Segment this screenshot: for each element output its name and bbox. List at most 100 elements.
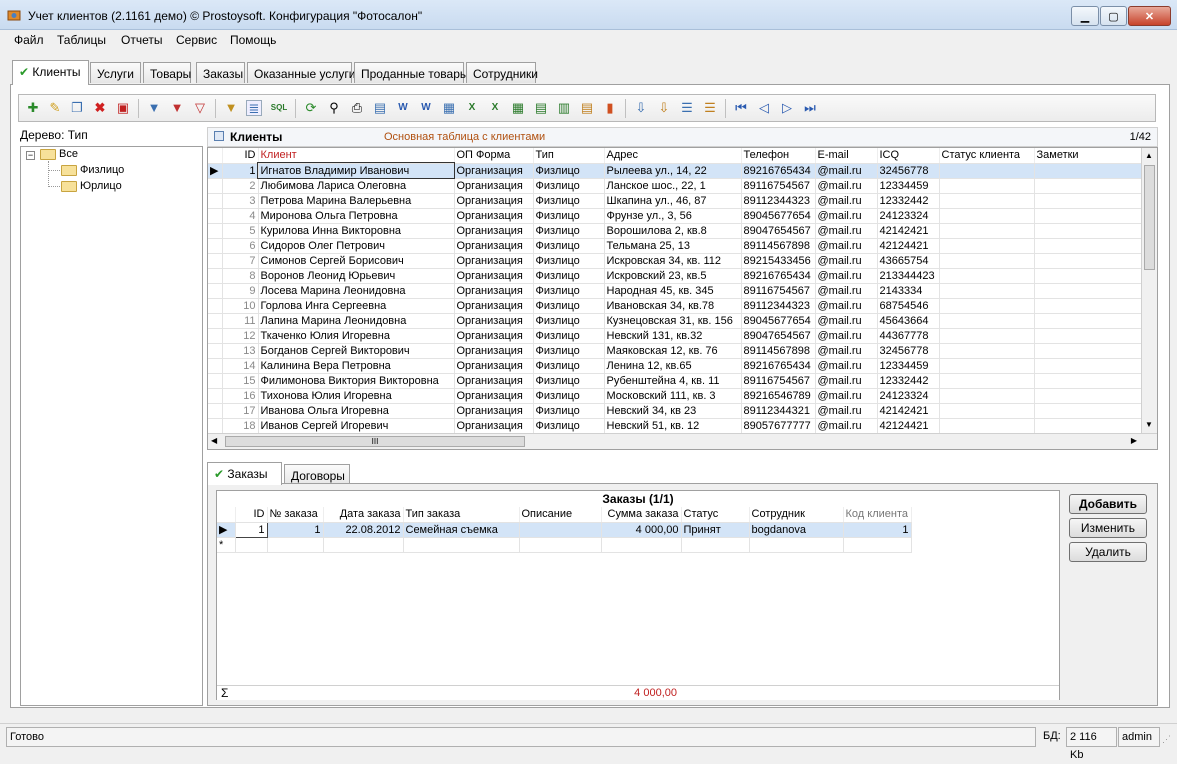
table-row[interactable]: 14 Калинина Вера Петровна Организация Физли… <box>208 358 1144 374</box>
export-excel2-icon[interactable]: X <box>487 100 503 116</box>
cell-id[interactable]: 13 <box>222 343 259 359</box>
cell-client[interactable]: Богданов Сергей Викторович <box>258 343 455 359</box>
cell-icq[interactable]: 12334459 <box>877 358 940 374</box>
cell-phone[interactable]: 89045677654 <box>741 208 816 224</box>
cell-email[interactable]: @mail.ru <box>815 163 878 179</box>
cell-notes[interactable] <box>1034 253 1144 269</box>
cell-icq[interactable]: 45643664 <box>877 313 940 329</box>
cell-notes[interactable] <box>1034 163 1144 179</box>
cell-status[interactable] <box>939 268 1035 284</box>
cell-phone[interactable]: 89045677654 <box>741 313 816 329</box>
tab-rendered-services[interactable]: Оказанные услуги <box>247 62 355 83</box>
cell-address[interactable]: Искровский 23, кв.5 <box>604 268 742 284</box>
cell-client[interactable]: Лосева Марина Леонидовна <box>258 283 455 299</box>
cell-email[interactable]: @mail.ru <box>815 223 878 239</box>
cell-status[interactable] <box>939 388 1035 404</box>
column-header-sum[interactable]: Сумма заказа <box>601 507 682 523</box>
cell-id[interactable]: 4 <box>222 208 259 224</box>
cell-email[interactable]: @mail.ru <box>815 238 878 254</box>
cell-form[interactable]: Организация <box>454 388 534 404</box>
cell-phone[interactable]: 89112344323 <box>741 298 816 314</box>
export-html-icon[interactable]: ▦ <box>441 100 457 116</box>
maximize-button[interactable]: ▢ <box>1100 6 1127 26</box>
menu-service[interactable]: Сервис <box>176 33 217 47</box>
cell-client[interactable]: Миронова Ольга Петровна <box>258 208 455 224</box>
column-header-notes[interactable]: Заметки <box>1034 148 1144 164</box>
column-header-employee[interactable]: Сотрудник <box>749 507 844 523</box>
cell-status[interactable] <box>939 328 1035 344</box>
preview-icon[interactable]: ▤ <box>372 100 388 116</box>
cell-sum[interactable]: 4 000,00 <box>601 522 682 538</box>
table-row[interactable]: 16 Тихонова Юлия Игоревна Организация Физли… <box>208 388 1144 404</box>
cell-notes[interactable] <box>1034 373 1144 389</box>
cell-type[interactable]: Физлицо <box>533 193 605 209</box>
tab-services[interactable]: Услуги <box>90 62 141 83</box>
prev-record-icon[interactable]: ◁ <box>756 100 772 116</box>
cell-icq[interactable]: 44367778 <box>877 328 940 344</box>
tab-contracts[interactable]: Договоры <box>284 464 350 485</box>
cell-client[interactable]: Симонов Сергей Борисович <box>258 253 455 269</box>
cell-email[interactable]: @mail.ru <box>815 403 878 419</box>
cell-address[interactable]: Тельмана 25, 13 <box>604 238 742 254</box>
cell-client[interactable]: Любимова Лариса Олеговна <box>258 178 455 194</box>
cell-email[interactable]: @mail.ru <box>815 298 878 314</box>
export-xml-icon[interactable]: ▤ <box>533 100 549 116</box>
cell-notes[interactable] <box>1034 388 1144 404</box>
cell-phone[interactable]: 89057677777 <box>741 418 816 434</box>
new-cell[interactable] <box>843 537 912 553</box>
vertical-scrollbar[interactable]: ▲ ▼ <box>1141 148 1157 449</box>
table-row[interactable]: ▶ 1 Игнатов Владимир Иванович Организация Фи… <box>208 162 1144 179</box>
cell-phone[interactable]: 89216765434 <box>741 163 816 179</box>
cell-type[interactable]: Физлицо <box>533 253 605 269</box>
cell-email[interactable]: @mail.ru <box>815 418 878 434</box>
column-header-order-no[interactable]: № заказа <box>267 507 324 523</box>
export-word-icon[interactable]: W <box>395 100 411 116</box>
cell-notes[interactable] <box>1034 178 1144 194</box>
scroll-right-icon[interactable]: ▶ <box>1131 436 1137 445</box>
scroll-left-icon[interactable]: ◀ <box>211 436 217 445</box>
column-header-order-type[interactable]: Тип заказа <box>403 507 520 523</box>
import-icon[interactable]: ⇩ <box>633 100 649 116</box>
cell-id[interactable]: 18 <box>222 418 259 434</box>
export-csv-icon[interactable]: ▦ <box>510 100 526 116</box>
cell-client[interactable]: Игнатов Владимир Иванович <box>257 162 455 179</box>
cell-type[interactable]: Физлицо <box>533 313 605 329</box>
cell-phone[interactable]: 89112344323 <box>741 193 816 209</box>
column-header-email[interactable]: E-mail <box>815 148 878 164</box>
cell-email[interactable]: @mail.ru <box>815 358 878 374</box>
cell-form[interactable]: Организация <box>454 163 534 179</box>
cell-type[interactable]: Физлицо <box>533 403 605 419</box>
cell-form[interactable]: Организация <box>454 358 534 374</box>
new-cell[interactable] <box>601 537 682 553</box>
cell-address[interactable]: Невский 34, кв 23 <box>604 403 742 419</box>
edit-button[interactable]: Изменить <box>1069 518 1147 538</box>
cell-icq[interactable]: 42124421 <box>877 418 940 434</box>
delete-button[interactable]: Удалить <box>1069 542 1147 562</box>
cell-type[interactable]: Физлицо <box>533 418 605 434</box>
cell-notes[interactable] <box>1034 313 1144 329</box>
minimize-button[interactable]: ▁ <box>1071 6 1099 26</box>
cell-notes[interactable] <box>1034 343 1144 359</box>
new-cell[interactable] <box>403 537 520 553</box>
cell-status[interactable] <box>939 238 1035 254</box>
cell-notes[interactable] <box>1034 223 1144 239</box>
new-cell[interactable] <box>323 537 404 553</box>
scroll-down-icon[interactable]: ▼ <box>1145 420 1153 429</box>
cell-notes[interactable] <box>1034 268 1144 284</box>
cell-type[interactable]: Физлицо <box>533 163 605 179</box>
refresh-icon[interactable]: ⟳ <box>303 100 319 116</box>
cell-client[interactable]: Иванов Сергей Игоревич <box>258 418 455 434</box>
cell-email[interactable]: @mail.ru <box>815 268 878 284</box>
cell-id[interactable]: 14 <box>222 358 259 374</box>
cell-form[interactable]: Организация <box>454 298 534 314</box>
cell-client[interactable]: Горлова Инга Сергеевна <box>258 298 455 314</box>
tab-employees[interactable]: Сотрудники <box>466 62 538 83</box>
cell-client[interactable]: Калинина Вера Петровна <box>258 358 455 374</box>
add-button[interactable]: Добавить <box>1069 494 1147 514</box>
tree-node-legal[interactable]: Юрлицо <box>61 180 122 192</box>
export-excel-icon[interactable]: X <box>464 100 480 116</box>
cell-phone[interactable]: 89215433456 <box>741 253 816 269</box>
new-cell[interactable] <box>681 537 750 553</box>
cell-client[interactable]: Филимонова Виктория Викторовна <box>258 373 455 389</box>
cell-id[interactable]: 3 <box>222 193 259 209</box>
